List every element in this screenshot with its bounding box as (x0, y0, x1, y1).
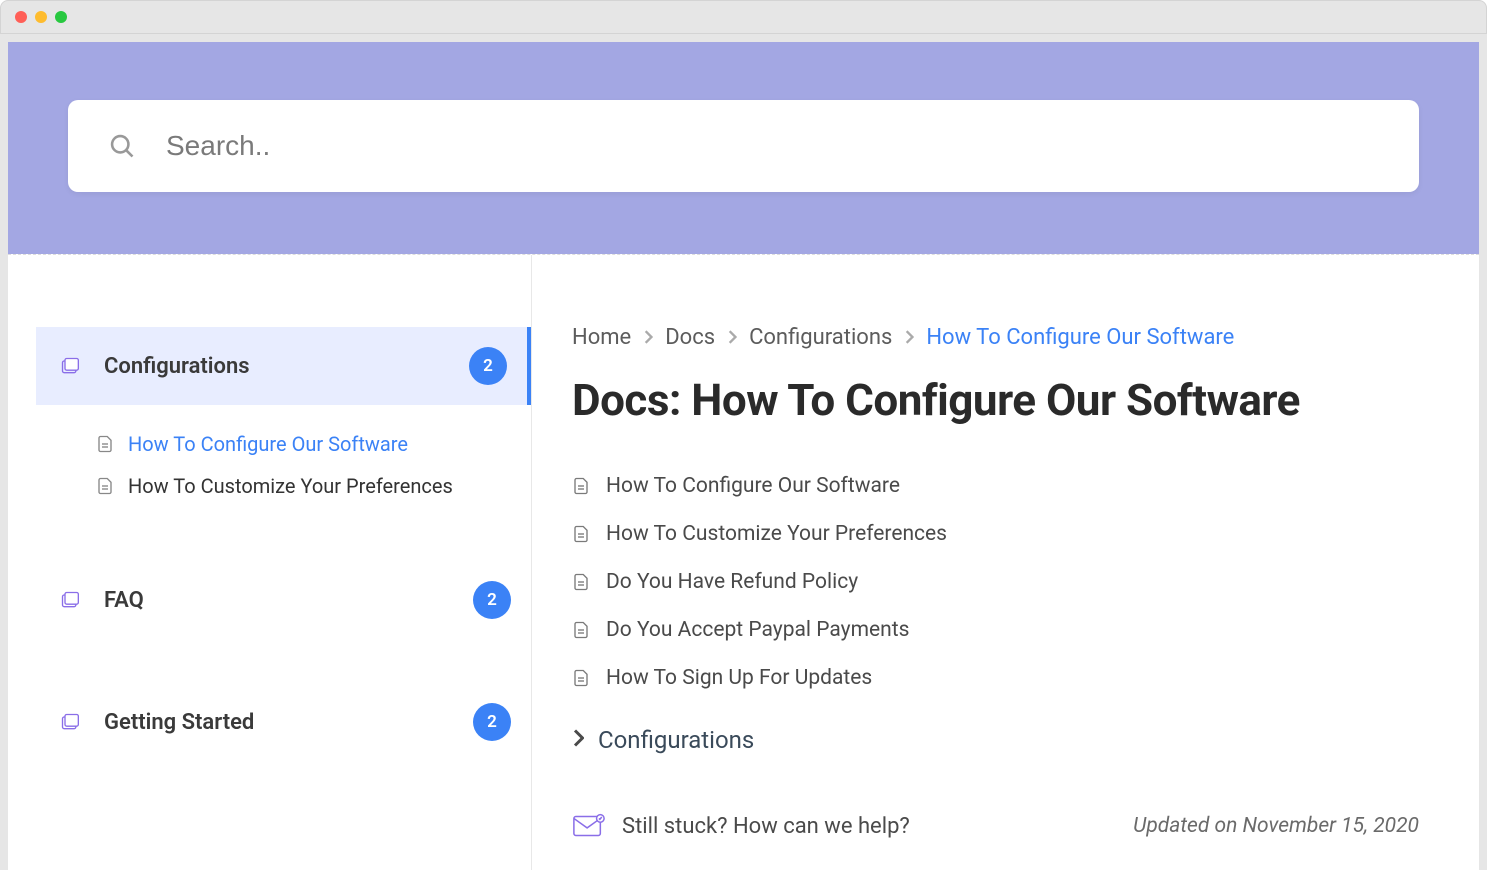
document-icon (572, 621, 590, 639)
breadcrumb-item-configurations[interactable]: Configurations (749, 325, 892, 350)
window-close-button[interactable] (15, 11, 27, 23)
sidebar-subitem-customize-preferences[interactable]: How To Customize Your Preferences (96, 465, 511, 507)
chevron-right-icon (572, 729, 584, 751)
sidebar-subitem-label: How To Configure Our Software (128, 432, 408, 456)
article-link[interactable]: Do You Have Refund Policy (572, 558, 1419, 606)
sidebar-category-getting-started[interactable]: Getting Started 2 (36, 683, 531, 761)
search-input[interactable] (166, 130, 1379, 162)
folder-icon (60, 590, 80, 610)
category-link-label: Configurations (598, 726, 754, 754)
sidebar-category-count: 2 (473, 581, 511, 619)
article-link[interactable]: How To Configure Our Software (572, 462, 1419, 510)
updated-date: Updated on November 15, 2020 (1133, 814, 1419, 838)
breadcrumb-item-home[interactable]: Home (572, 325, 631, 350)
article-list: How To Configure Our Software How To Cus… (572, 462, 1419, 702)
help-link[interactable]: Still stuck? How can we help? (572, 812, 910, 840)
sidebar-category-faq[interactable]: FAQ 2 (36, 561, 531, 639)
document-icon (96, 477, 114, 495)
article-label: How To Customize Your Preferences (606, 522, 947, 546)
article-link[interactable]: Do You Accept Paypal Payments (572, 606, 1419, 654)
document-icon (572, 669, 590, 687)
sidebar-subitem-label: How To Customize Your Preferences (128, 474, 453, 498)
window-maximize-button[interactable] (55, 11, 67, 23)
chevron-right-icon (904, 325, 914, 350)
sidebar-subitem-configure-software[interactable]: How To Configure Our Software (96, 423, 511, 465)
document-icon (572, 477, 590, 495)
help-text: Still stuck? How can we help? (622, 814, 910, 839)
article-label: Do You Have Refund Policy (606, 570, 858, 594)
main-content: Home Docs Configurations How To Configur… (532, 255, 1479, 870)
spacer (36, 639, 531, 683)
spacer (36, 517, 531, 561)
document-icon (96, 435, 114, 453)
footer-row: Still stuck? How can we help? Updated on… (572, 812, 1419, 840)
sidebar-category-count: 2 (469, 347, 507, 385)
article-link[interactable]: How To Customize Your Preferences (572, 510, 1419, 558)
breadcrumb-item-docs[interactable]: Docs (665, 325, 715, 350)
sidebar-category-configurations[interactable]: Configurations 2 (36, 327, 531, 405)
article-label: How To Configure Our Software (606, 474, 900, 498)
hero-banner (8, 42, 1479, 254)
breadcrumb-item-current: How To Configure Our Software (926, 325, 1234, 350)
breadcrumb: Home Docs Configurations How To Configur… (572, 325, 1419, 350)
sidebar-sublist: How To Configure Our Software How To Cus… (36, 405, 531, 517)
sidebar-category-count: 2 (473, 703, 511, 741)
article-link[interactable]: How To Sign Up For Updates (572, 654, 1419, 702)
sidebar-category-label: FAQ (104, 588, 473, 613)
article-label: How To Sign Up For Updates (606, 666, 872, 690)
window-chrome (0, 0, 1487, 34)
content-area: Configurations 2 How To Configure Our So… (8, 254, 1479, 870)
category-link-configurations[interactable]: Configurations (572, 726, 1419, 754)
folder-icon (60, 356, 80, 376)
article-label: Do You Accept Paypal Payments (606, 618, 909, 642)
page-wrap: Configurations 2 How To Configure Our So… (0, 34, 1487, 870)
folder-icon (60, 712, 80, 732)
sidebar-category-label: Getting Started (104, 710, 473, 735)
document-icon (572, 525, 590, 543)
document-icon (572, 573, 590, 591)
page-title: Docs: How To Configure Our Software (572, 374, 1419, 426)
search-bar[interactable] (68, 100, 1419, 192)
chevron-right-icon (643, 325, 653, 350)
chevron-right-icon (727, 325, 737, 350)
mail-icon (572, 812, 606, 840)
sidebar-category-label: Configurations (104, 354, 469, 379)
search-icon (108, 132, 136, 160)
window-minimize-button[interactable] (35, 11, 47, 23)
sidebar: Configurations 2 How To Configure Our So… (8, 255, 532, 870)
